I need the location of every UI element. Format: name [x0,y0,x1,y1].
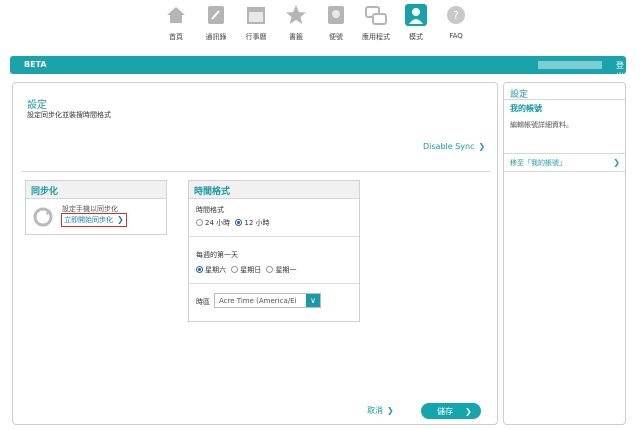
chevron-down-icon: ∨ [306,294,320,307]
home-icon [165,4,187,26]
radio-12h[interactable] [235,219,243,226]
nav-profile-label: 模式 [409,33,423,41]
goto-account-link[interactable]: 移至「我的帳號」 ❯ [510,158,620,168]
nav-apps-label: 應用程式 [362,33,390,41]
nav-calendar-label: 行事曆 [245,33,267,41]
account-title: 我的帳號 [510,104,542,113]
radio-sunday-label: 星期日 [240,266,262,274]
help-icon: ? [445,4,467,26]
nav-apps[interactable]: 應用程式 [358,4,394,42]
format-options: 24 小時 12 小時 [196,218,270,228]
divider [189,236,359,237]
divider [504,153,625,154]
divider [504,171,625,172]
radio-saturday[interactable] [196,266,203,273]
radio-12h-label: 12 小時 [244,219,270,227]
page-subtitle: 設定同步化並裝搜時間格式 [27,111,111,119]
nav-notes[interactable]: 便號 [318,4,354,42]
nav-home-label: 首頁 [169,33,183,41]
radio-monday[interactable] [266,266,274,273]
sync-panel: 同步化 設定手機以同步化 立即開始同步化 ❯ [25,180,167,235]
logout-link[interactable]: 登出 [616,60,626,82]
divider [504,99,625,100]
chevron-right-icon: ❯ [117,215,124,224]
radio-monday-label: 星期一 [275,266,297,274]
sync-panel-title: 同步化 [26,181,166,199]
divider [21,171,491,172]
radio-24h-label: 24 小時 [205,219,231,227]
save-button[interactable]: 儲存 ❯ [421,403,481,419]
chevron-right-icon: ❯ [478,142,486,151]
nav-bookmarks[interactable]: 書籤 [278,4,314,42]
user-name-redacted [538,61,602,69]
nav-contacts[interactable]: 通訊錄 [198,4,234,42]
nav-calendar[interactable]: 行事曆 [238,4,274,42]
time-panel-title: 時間格式 [189,181,359,199]
cancel-button[interactable]: 取消 ❯ [367,405,394,416]
save-label: 儲存 [437,407,453,416]
settings-panel: 設定 設定同步化並裝搜時間格式 Disable Sync ❯ 同步化 設定手機以同… [12,82,498,425]
beta-label: BETA [24,60,47,69]
header-bar: BETA 登出 [10,56,626,81]
nav-profile[interactable]: 模式 [398,4,434,42]
contacts-icon [205,4,227,26]
week-options: 星期六 星期日 星期一 [196,265,296,275]
svg-text:?: ? [453,9,459,22]
radio-saturday-label: 星期六 [205,266,226,274]
apps-icon [365,4,387,26]
star-icon [285,4,307,26]
cancel-label: 取消 [367,406,383,415]
sync-icon [33,207,53,227]
calendar-icon [245,4,267,26]
timezone-label: 時區 [196,298,210,306]
start-sync-label: 立即開始同步化 [64,216,113,224]
notes-icon [325,4,347,26]
chevron-right-icon: ❯ [613,158,620,167]
week-start-label: 每週的第一天 [196,251,238,259]
nav-bookmarks-label: 書籤 [289,33,303,41]
nav-contacts-label: 通訊錄 [205,33,227,41]
nav-faq-label: FAQ [449,32,463,40]
start-sync-link[interactable]: 立即開始同步化 ❯ [61,213,127,227]
time-format-label: 時間格式 [196,206,224,214]
page-title: 設定 [27,100,47,111]
timezone-select[interactable]: Acre Time (America/Ei ∨ [214,293,321,308]
account-desc: 編輯帳號詳細資料。 [510,121,573,129]
chevron-right-icon: ❯ [465,407,472,416]
disable-sync-link[interactable]: Disable Sync ❯ [423,142,485,151]
sidebar-panel: 設定 我的帳號 編輯帳號詳細資料。 移至「我的帳號」 ❯ [503,82,626,425]
disable-sync-label: Disable Sync [423,142,475,151]
nav-notes-label: 便號 [329,33,343,41]
radio-sunday[interactable] [231,266,239,273]
radio-24h[interactable] [196,219,203,226]
time-format-panel: 時間格式 時間格式 24 小時 12 小時 每週的第一天 星期六 星期日 星期一… [188,180,360,322]
nav-faq[interactable]: ? FAQ [438,4,474,40]
goto-account-label: 移至「我的帳號」 [510,159,566,167]
profile-icon [405,4,427,26]
timezone-value: Acre Time (America/Ei [219,297,297,305]
top-nav: 首頁 通訊錄 行事曆 書籤 便號 應用程式 模式 ? FAQ [0,0,640,46]
chevron-right-icon: ❯ [387,406,394,415]
divider [189,283,359,284]
nav-home[interactable]: 首頁 [158,4,194,42]
